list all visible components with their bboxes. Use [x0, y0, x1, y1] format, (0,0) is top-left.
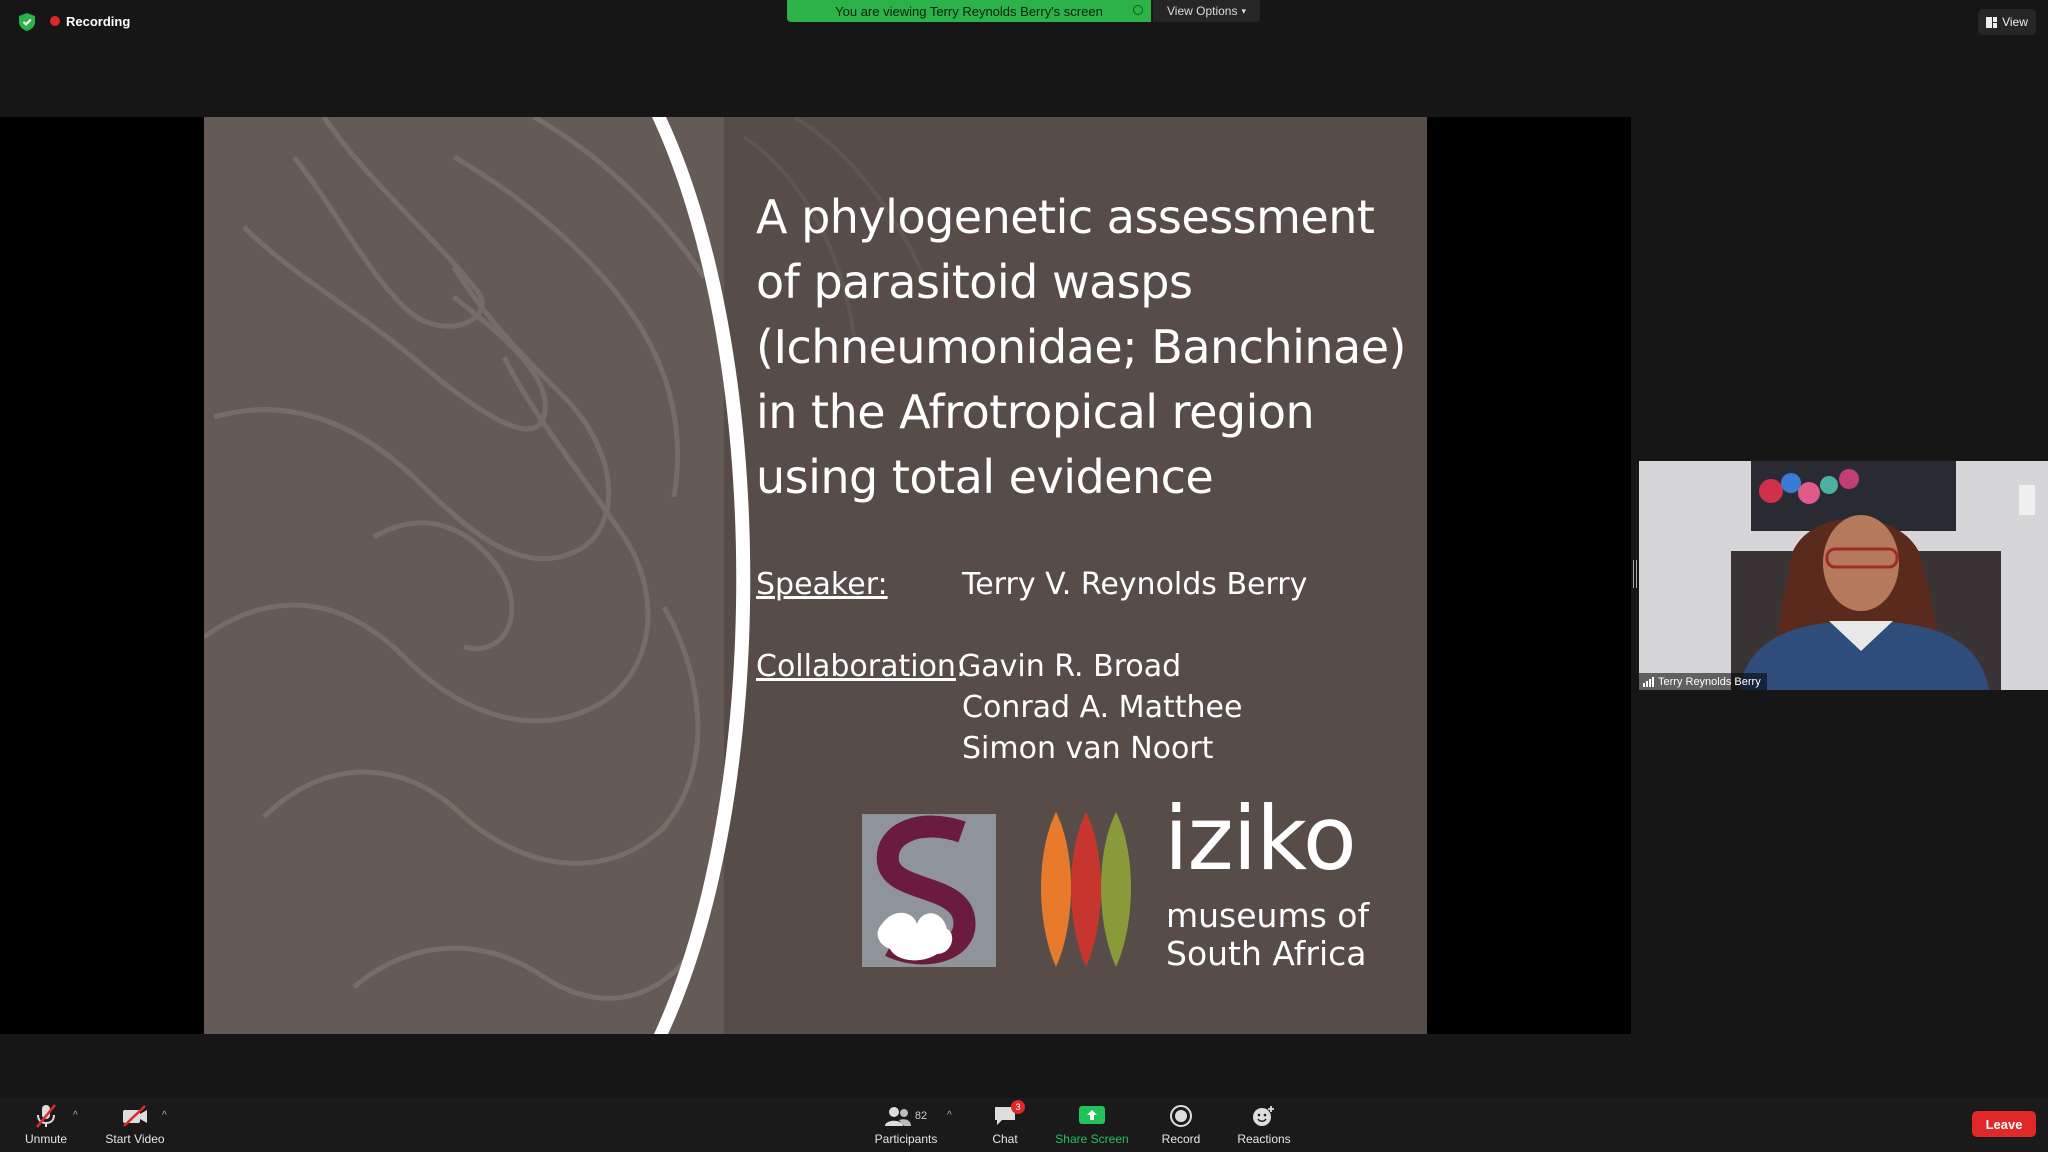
university-crest-icon	[876, 815, 976, 965]
iziko-subtitle-line: South Africa	[1166, 934, 1367, 973]
security-shield-icon[interactable]	[19, 13, 35, 31]
reactions-emoji-icon	[1253, 1106, 1274, 1126]
share-screen-label: Share Screen	[1055, 1132, 1129, 1146]
start-video-label: Start Video	[105, 1132, 165, 1146]
view-button[interactable]: View	[1978, 9, 2036, 35]
share-screen-icon	[1079, 1106, 1105, 1124]
view-options-label: View Options	[1166, 4, 1238, 18]
participant-name-label: Terry Reynolds Berry	[1639, 673, 1767, 690]
participant-video-tile[interactable]	[1639, 461, 2048, 690]
speaker-label: Speaker:	[756, 567, 888, 602]
record-label: Record	[1161, 1132, 1201, 1146]
slide-title-line: (Ichneumonidae; Banchinae)	[756, 320, 1406, 374]
slide-title-line: using total evidence	[756, 450, 1214, 504]
speaker-name: Terry V. Reynolds Berry	[962, 567, 1308, 602]
iziko-wordmark: iziko	[1164, 787, 1357, 890]
chevron-down-icon: ▾	[1241, 5, 1246, 16]
collaborator-name: Gavin R. Broad	[958, 649, 1182, 684]
view-layout-icon	[1986, 16, 1998, 28]
participant-video-feed	[1639, 461, 2048, 690]
panel-resize-handle[interactable]	[1633, 560, 1637, 588]
slide-title-line: A phylogenetic assessment	[756, 190, 1375, 244]
record-icon	[1170, 1105, 1192, 1127]
signal-strength-icon	[1643, 676, 1654, 687]
participants-icon	[884, 1107, 911, 1126]
university-logo	[862, 814, 996, 967]
iziko-flame-logo-icon	[1041, 812, 1131, 967]
reactions-label: Reactions	[1237, 1132, 1291, 1146]
start-video-button[interactable]: Start Video	[100, 1102, 170, 1146]
participants-count: 82	[914, 1110, 928, 1122]
viewing-screen-banner: You are viewing Terry Reynolds Berry's s…	[787, 0, 1151, 22]
slide-title-line: in the Afrotropical region	[756, 385, 1315, 439]
slide-title: A phylogenetic assessment of parasitoid …	[756, 185, 1416, 510]
participants-button[interactable]: 82 Participants	[870, 1102, 942, 1146]
recording-indicator[interactable]: Recording	[50, 11, 130, 31]
video-options-chevron-icon[interactable]: ^	[162, 1110, 167, 1121]
reactions-button[interactable]: Reactions	[1234, 1102, 1294, 1146]
top-bar: Recording You are viewing Terry Reynolds…	[0, 0, 2048, 44]
collaborator-name: Conrad A. Matthee	[962, 690, 1243, 725]
recording-dot-icon	[50, 16, 60, 26]
chat-label: Chat	[992, 1132, 1018, 1146]
unmute-label: Unmute	[24, 1132, 68, 1146]
participants-label: Participants	[874, 1132, 938, 1146]
collaboration-label: Collaboration	[756, 649, 956, 684]
audio-options-chevron-icon[interactable]: ^	[73, 1110, 78, 1121]
presentation-slide: A phylogenetic assessment of parasitoid …	[204, 117, 1427, 1034]
record-button[interactable]: Record	[1158, 1102, 1204, 1146]
view-options-button[interactable]: View Options ▾	[1153, 0, 1260, 22]
leave-meeting-button[interactable]: Leave	[1972, 1111, 2036, 1137]
viewing-screen-text: You are viewing Terry Reynolds Berry's s…	[835, 3, 1103, 19]
banner-status-icon	[1133, 5, 1143, 15]
iziko-subtitle: museums of South Africa	[1166, 897, 1369, 973]
participant-name: Terry Reynolds Berry	[1658, 675, 1761, 688]
slide-title-line: of parasitoid wasps	[756, 255, 1193, 309]
view-button-label: View	[2002, 15, 2028, 29]
camera-off-icon	[123, 1105, 147, 1127]
iziko-subtitle-line: museums of	[1166, 896, 1370, 935]
chat-button[interactable]: 3 Chat	[984, 1100, 1026, 1146]
meeting-toolbar: Unmute ^ Start Video ^ 82 Participants ^	[0, 1098, 2048, 1152]
participants-options-chevron-icon[interactable]: ^	[947, 1110, 952, 1121]
microphone-muted-icon	[36, 1104, 56, 1128]
collaborator-name: Simon van Noort	[962, 731, 1214, 766]
unmute-button[interactable]: Unmute	[22, 1102, 70, 1146]
speaker-row: Speaker:	[756, 567, 888, 602]
chat-unread-badge: 3	[1011, 1100, 1025, 1114]
share-screen-button[interactable]: Share Screen	[1052, 1102, 1132, 1146]
collaboration-row: Collaboration:	[756, 649, 966, 684]
recording-label: Recording	[66, 13, 131, 29]
